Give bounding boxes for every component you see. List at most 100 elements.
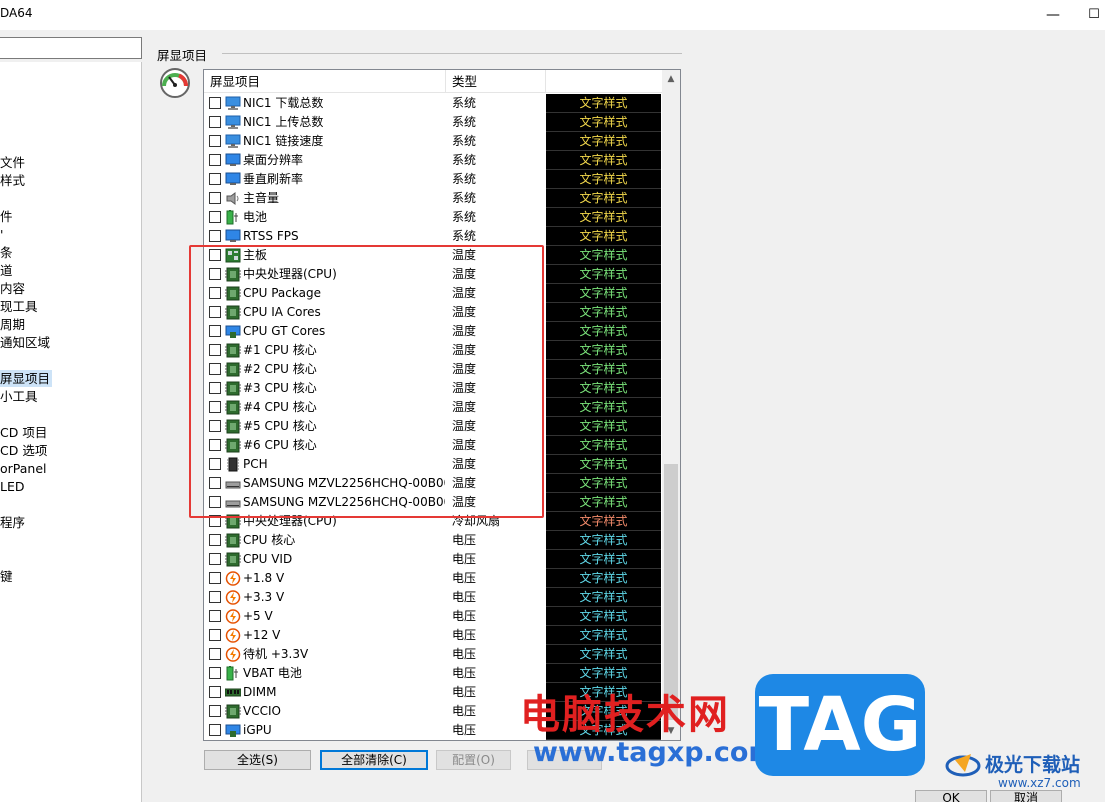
table-row[interactable]: 电池 系统 文字样式 — [204, 208, 662, 227]
row-style-preview[interactable]: 文字样式 — [546, 531, 661, 550]
table-row[interactable]: CPU VID 电压 文字样式 — [204, 550, 662, 569]
row-style-preview[interactable]: 文字样式 — [546, 398, 661, 417]
table-row[interactable]: +1.8 V 电压 文字样式 — [204, 569, 662, 588]
row-checkbox[interactable] — [209, 211, 221, 223]
ok-button[interactable]: OK — [915, 790, 987, 802]
table-row[interactable]: +5 V 电压 文字样式 — [204, 607, 662, 626]
row-checkbox[interactable] — [209, 534, 221, 546]
clear-all-button[interactable]: 全部清除(C) — [320, 750, 428, 770]
scroll-up-arrow-icon[interactable]: ▲ — [662, 70, 680, 88]
column-header-type[interactable]: 类型 — [446, 70, 546, 93]
table-row[interactable]: NIC1 链接速度 系统 文字样式 — [204, 132, 662, 151]
row-checkbox[interactable] — [209, 173, 221, 185]
sidebar-item[interactable]: 周期 — [0, 316, 25, 333]
table-row[interactable]: +12 V 电压 文字样式 — [204, 626, 662, 645]
table-row[interactable]: 桌面分辨率 系统 文字样式 — [204, 151, 662, 170]
sidebar-item[interactable]: CD 项目 — [0, 424, 47, 441]
row-name: +12 V — [243, 628, 281, 642]
row-style-preview[interactable]: 文字样式 — [546, 436, 661, 455]
column-header-style[interactable] — [546, 70, 662, 93]
row-style-preview[interactable]: 文字样式 — [546, 569, 661, 588]
sidebar-item[interactable]: 样式 — [0, 172, 25, 189]
sidebar-item[interactable]: 文件 — [0, 154, 25, 171]
sidebar-search-input[interactable] — [0, 37, 142, 59]
row-checkbox[interactable] — [209, 648, 221, 660]
gpu-icon — [225, 723, 241, 738]
row-style-preview[interactable]: 文字样式 — [546, 474, 661, 493]
row-style-preview[interactable]: 文字样式 — [546, 208, 661, 227]
row-style-preview[interactable]: 文字样式 — [546, 550, 661, 569]
row-style-preview[interactable]: 文字样式 — [546, 151, 661, 170]
row-style-preview[interactable]: 文字样式 — [546, 626, 661, 645]
column-header-name[interactable]: 屏显项目 — [204, 70, 446, 93]
table-row[interactable]: VBAT 电池 电压 文字样式 — [204, 664, 662, 683]
row-style-preview[interactable]: 文字样式 — [546, 379, 661, 398]
sidebar-item[interactable]: ' — [0, 226, 3, 243]
row-style-preview[interactable]: 文字样式 — [546, 360, 661, 379]
sidebar-item[interactable]: LED — [0, 478, 25, 495]
table-row[interactable]: 主音量 系统 文字样式 — [204, 189, 662, 208]
row-style-preview[interactable]: 文字样式 — [546, 455, 661, 474]
row-style-preview[interactable]: 文字样式 — [546, 607, 661, 626]
row-style-preview[interactable]: 文字样式 — [546, 94, 661, 113]
table-row[interactable]: 垂直刷新率 系统 文字样式 — [204, 170, 662, 189]
row-style-preview[interactable]: 文字样式 — [546, 246, 661, 265]
row-style-preview[interactable]: 文字样式 — [546, 417, 661, 436]
row-checkbox[interactable] — [209, 116, 221, 128]
maximize-button[interactable]: ☐ — [1083, 2, 1105, 28]
row-checkbox[interactable] — [209, 686, 221, 698]
row-checkbox[interactable] — [209, 192, 221, 204]
table-row[interactable]: 待机 +3.3V 电压 文字样式 — [204, 645, 662, 664]
minimize-button[interactable]: — — [1040, 2, 1066, 28]
row-checkbox[interactable] — [209, 724, 221, 736]
table-row[interactable]: NIC1 上传总数 系统 文字样式 — [204, 113, 662, 132]
row-style-preview[interactable]: 文字样式 — [546, 227, 661, 246]
row-checkbox[interactable] — [209, 230, 221, 242]
table-row[interactable]: RTSS FPS 系统 文字样式 — [204, 227, 662, 246]
table-row[interactable]: +3.3 V 电压 文字样式 — [204, 588, 662, 607]
sidebar-item[interactable]: 屏显项目 — [0, 370, 53, 387]
config-button[interactable]: 配置(O) — [436, 750, 511, 770]
row-checkbox[interactable] — [209, 553, 221, 565]
row-style-preview[interactable]: 文字样式 — [546, 189, 661, 208]
row-checkbox[interactable] — [209, 572, 221, 584]
sidebar-item[interactable]: 条 — [0, 244, 13, 261]
sidebar-item[interactable]: CD 选项 — [0, 442, 47, 459]
row-checkbox[interactable] — [209, 629, 221, 641]
row-checkbox[interactable] — [209, 97, 221, 109]
row-style-preview[interactable]: 文字样式 — [546, 265, 661, 284]
row-checkbox[interactable] — [209, 705, 221, 717]
sidebar-item[interactable]: orPanel — [0, 460, 47, 477]
row-style-preview[interactable]: 文字样式 — [546, 493, 661, 512]
sidebar-item[interactable]: 小工具 — [0, 388, 38, 405]
row-style-preview[interactable]: 文字样式 — [546, 341, 661, 360]
row-checkbox[interactable] — [209, 154, 221, 166]
row-checkbox[interactable] — [209, 591, 221, 603]
row-style-preview[interactable]: 文字样式 — [546, 284, 661, 303]
cancel-button[interactable]: 取消 — [990, 790, 1062, 802]
row-style-preview[interactable]: 文字样式 — [546, 645, 661, 664]
row-style-preview[interactable]: 文字样式 — [546, 303, 661, 322]
table-row[interactable]: NIC1 下载总数 系统 文字样式 — [204, 94, 662, 113]
sidebar-item[interactable]: 通知区域 — [0, 334, 50, 351]
row-checkbox[interactable] — [209, 667, 221, 679]
sidebar-item[interactable]: 内容 — [0, 280, 25, 297]
row-style-preview[interactable]: 文字样式 — [546, 132, 661, 151]
row-name: 主音量 — [243, 191, 280, 205]
select-all-button[interactable]: 全选(S) — [204, 750, 311, 770]
row-checkbox[interactable] — [209, 135, 221, 147]
sidebar-item[interactable]: 件 — [0, 208, 13, 225]
table-row[interactable]: CPU 核心 电压 文字样式 — [204, 531, 662, 550]
row-style-preview[interactable]: 文字样式 — [546, 113, 661, 132]
row-style-preview[interactable]: 文字样式 — [546, 322, 661, 341]
row-style-preview[interactable]: 文字样式 — [546, 588, 661, 607]
row-style-preview[interactable]: 文字样式 — [546, 664, 661, 683]
row-style-preview[interactable]: 文字样式 — [546, 512, 661, 531]
row-style-preview[interactable]: 文字样式 — [546, 170, 661, 189]
sidebar-item[interactable]: 键 — [0, 568, 13, 585]
sidebar-item[interactable]: 现工具 — [0, 298, 38, 315]
sidebar-item[interactable]: 道 — [0, 262, 13, 279]
row-checkbox[interactable] — [209, 610, 221, 622]
vertical-scrollbar[interactable]: ▲ ▼ — [662, 70, 680, 740]
sidebar-item[interactable]: 程序 — [0, 514, 25, 531]
